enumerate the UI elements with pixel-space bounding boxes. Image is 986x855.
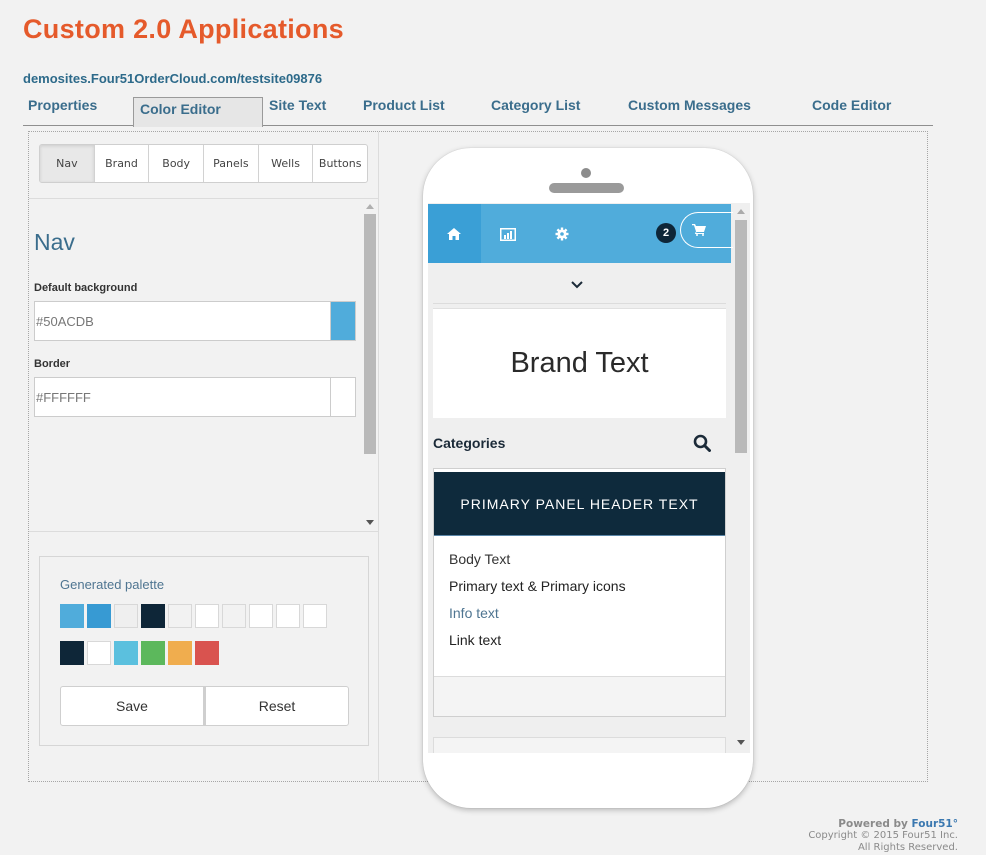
tab-properties[interactable]: Properties bbox=[28, 97, 97, 113]
palette-swatch[interactable] bbox=[141, 641, 165, 665]
primary-text-sample: Primary text & Primary icons bbox=[449, 578, 626, 594]
preview-categories-label: Categories bbox=[433, 435, 506, 451]
cart-count-badge: 2 bbox=[656, 223, 676, 243]
palette-swatch[interactable] bbox=[168, 604, 192, 628]
panel-footer bbox=[434, 676, 725, 716]
section-title: Nav bbox=[34, 229, 75, 255]
tab-product-list[interactable]: Product List bbox=[363, 97, 445, 113]
chevron-down-icon[interactable] bbox=[571, 276, 583, 294]
home-icon[interactable] bbox=[444, 224, 464, 244]
default-background-swatch[interactable] bbox=[330, 301, 356, 341]
palette-swatch[interactable] bbox=[276, 604, 300, 628]
powered-by-label: Powered by bbox=[838, 818, 908, 830]
default-background-label: Default background bbox=[34, 282, 138, 294]
scroll-thumb[interactable] bbox=[364, 214, 376, 454]
palette-swatch[interactable] bbox=[141, 604, 165, 628]
panel-header-text: PRIMARY PANEL HEADER TEXT bbox=[434, 472, 725, 536]
color-editor-pane: Nav Brand Body Panels Wells Buttons Nav … bbox=[29, 132, 379, 781]
app-title: Custom 2.0 Applications bbox=[23, 14, 344, 44]
tab-category-list[interactable]: Category List bbox=[491, 97, 580, 113]
scroll-down-arrow-icon[interactable] bbox=[366, 520, 374, 525]
editor-scroll-area: Nav Default background Border bbox=[29, 199, 378, 531]
segment-body[interactable]: Body bbox=[149, 145, 205, 182]
rights-reserved: All Rights Reserved. bbox=[857, 842, 958, 853]
palette-swatch[interactable] bbox=[195, 641, 219, 665]
preview-scrollbar[interactable] bbox=[733, 203, 750, 753]
palette-swatch[interactable] bbox=[87, 641, 111, 665]
palette-row-contextual bbox=[60, 641, 219, 665]
palette-actions: Save Reset bbox=[60, 686, 349, 726]
border-label: Border bbox=[34, 358, 71, 370]
palette-swatch[interactable] bbox=[222, 604, 246, 628]
scroll-up-arrow-icon[interactable] bbox=[366, 204, 374, 209]
segment-nav[interactable]: Nav bbox=[40, 145, 95, 182]
tab-code-editor[interactable]: Code Editor bbox=[812, 97, 891, 113]
palette-swatch[interactable] bbox=[303, 604, 327, 628]
tab-site-text[interactable]: Site Text bbox=[269, 97, 326, 113]
default-background-input[interactable] bbox=[34, 301, 331, 341]
segment-wells[interactable]: Wells bbox=[259, 145, 314, 182]
segment-buttons[interactable]: Buttons bbox=[313, 145, 367, 182]
tab-color-editor[interactable]: Color Editor bbox=[133, 97, 263, 127]
info-text-sample: Info text bbox=[449, 605, 499, 621]
reset-button[interactable]: Reset bbox=[204, 686, 349, 726]
divider bbox=[433, 303, 726, 304]
chart-icon[interactable] bbox=[498, 224, 518, 244]
powered-by: Powered by Four51° bbox=[808, 818, 958, 830]
body-text-sample: Body Text bbox=[449, 551, 511, 567]
preview-nav-bar: 2 bbox=[428, 204, 740, 263]
link-text-sample[interactable]: Link text bbox=[449, 632, 501, 648]
copyright: Copyright © 2015 Four51 Inc. bbox=[808, 830, 958, 841]
segment-panels[interactable]: Panels bbox=[204, 145, 259, 182]
site-url-link[interactable]: demosites.Four51OrderCloud.com/testsite0… bbox=[23, 71, 322, 86]
palette-title: Generated palette bbox=[60, 577, 165, 592]
scroll-down-arrow-icon[interactable] bbox=[737, 740, 745, 745]
palette-swatch[interactable] bbox=[87, 604, 111, 628]
segment-brand[interactable]: Brand bbox=[95, 145, 150, 182]
border-input[interactable] bbox=[34, 377, 331, 417]
preview-well bbox=[433, 737, 726, 753]
scroll-thumb[interactable] bbox=[735, 220, 747, 453]
preview-brand-text: Brand Text bbox=[433, 308, 726, 418]
phone-camera bbox=[581, 168, 591, 178]
palette-swatch[interactable] bbox=[114, 604, 138, 628]
gear-icon[interactable] bbox=[552, 224, 572, 244]
editor-scrollbar[interactable] bbox=[364, 199, 377, 531]
cart-button[interactable] bbox=[680, 212, 740, 248]
search-icon[interactable] bbox=[693, 434, 711, 457]
palette-swatch[interactable] bbox=[60, 604, 84, 628]
footer: Powered by Four51° Copyright © 2015 Four… bbox=[808, 818, 958, 854]
palette-swatch[interactable] bbox=[249, 604, 273, 628]
four51-link[interactable]: Four51° bbox=[912, 818, 958, 830]
palette-swatch[interactable] bbox=[168, 641, 192, 665]
palette-swatch[interactable] bbox=[114, 641, 138, 665]
save-button[interactable]: Save bbox=[60, 686, 204, 726]
preview-primary-panel: PRIMARY PANEL HEADER TEXT Body Text Prim… bbox=[433, 468, 726, 717]
phone-preview: 2 Brand Text Categories PRIMARY PANEL HE… bbox=[423, 148, 753, 808]
phone-speaker bbox=[549, 183, 624, 193]
palette-swatch[interactable] bbox=[60, 641, 84, 665]
tab-custom-messages[interactable]: Custom Messages bbox=[628, 97, 751, 113]
palette-panel: Generated palette Save Reset bbox=[39, 556, 369, 746]
divider bbox=[29, 531, 378, 532]
phone-screen: 2 Brand Text Categories PRIMARY PANEL HE… bbox=[428, 203, 750, 753]
scroll-up-arrow-icon[interactable] bbox=[737, 209, 745, 214]
border-swatch[interactable] bbox=[330, 377, 356, 417]
palette-swatch[interactable] bbox=[195, 604, 219, 628]
element-selector: Nav Brand Body Panels Wells Buttons bbox=[39, 144, 368, 183]
cart-icon bbox=[692, 224, 706, 236]
palette-row-primary bbox=[60, 604, 327, 628]
main-tabs: Properties Color Editor Site Text Produc… bbox=[23, 95, 933, 127]
